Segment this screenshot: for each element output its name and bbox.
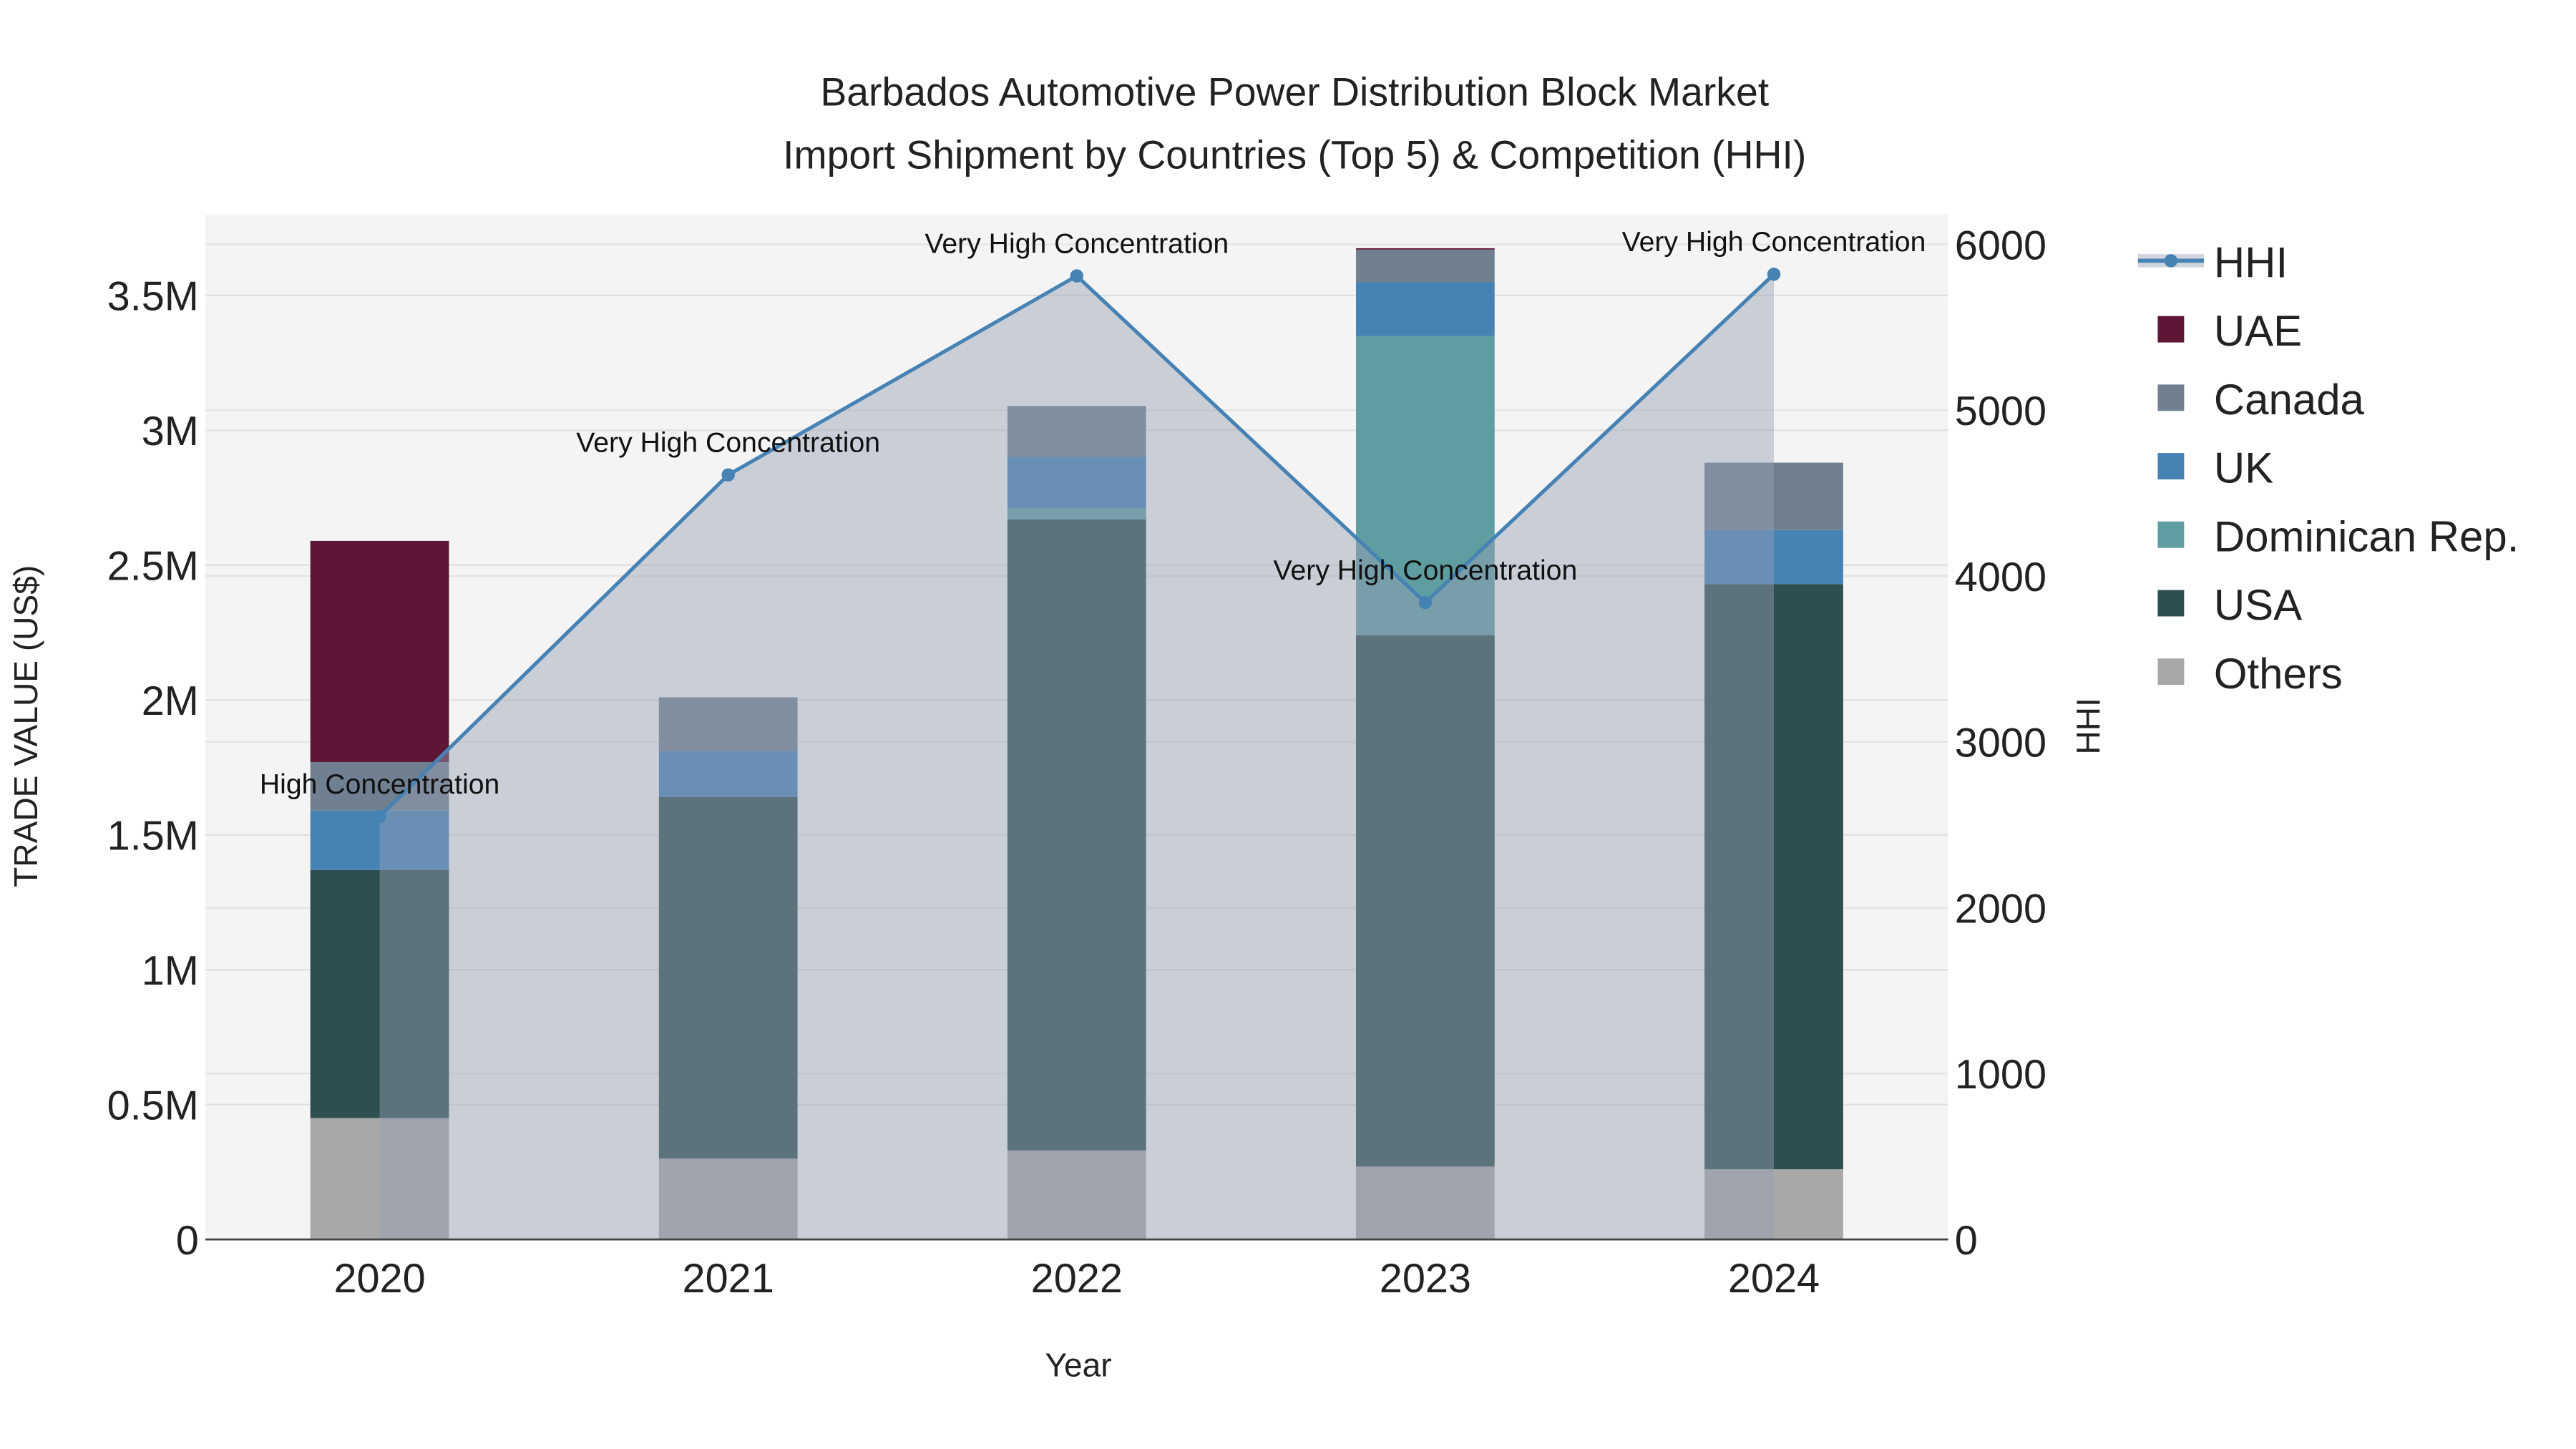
legend: HHI UAE Canada UK Dominican Rep. USA Others xyxy=(2137,238,2519,698)
y2-axis-title: HHI xyxy=(2070,698,2107,754)
chart-title-line1: Barbados Automotive Power Distribution B… xyxy=(820,70,1769,114)
y-tick-label: 0 xyxy=(176,1218,199,1264)
y2-tick-label: 6000 xyxy=(1955,223,2046,268)
hhi-annotation: Very High Concentration xyxy=(924,228,1229,259)
legend-item-usa[interactable]: USA xyxy=(2157,581,2302,629)
y-tick-label: 3M xyxy=(142,409,199,454)
legend-label: Dominican Rep. xyxy=(2214,512,2519,560)
x-tick-label: 2022 xyxy=(1031,1256,1123,1302)
y2-tick-label: 2000 xyxy=(1955,886,2046,932)
legend-label: UK xyxy=(2214,444,2273,492)
legend-swatch xyxy=(2157,658,2185,686)
y2-tick-label: 0 xyxy=(1955,1218,1978,1264)
legend-label: UAE xyxy=(2214,307,2302,355)
y-tick-label: 0.5M xyxy=(107,1083,199,1128)
hhi-point-2022 xyxy=(1070,269,1084,283)
hhi-annotation: Very High Concentration xyxy=(1622,227,1926,258)
y2-tick-label: 3000 xyxy=(1955,721,2046,766)
bar-uk-2023 xyxy=(1356,282,1495,336)
hhi-point-2021 xyxy=(721,468,735,482)
y-tick-label: 2M xyxy=(142,678,199,724)
hhi-annotation: Very High Concentration xyxy=(1273,555,1577,586)
x-tick-label: 2023 xyxy=(1380,1256,1471,1302)
hhi-point-2023 xyxy=(1418,595,1433,610)
chart: High Concentration Very High Concentratio… xyxy=(7,70,2519,1384)
x-tick-label: 2024 xyxy=(1728,1256,1820,1302)
y2-tick-label: 1000 xyxy=(1955,1052,2046,1098)
x-tick-label: 2020 xyxy=(333,1256,425,1302)
bar-uae-2023 xyxy=(1356,248,1495,250)
legend-label: Others xyxy=(2214,650,2343,698)
hhi-point-2020 xyxy=(373,809,386,824)
bar-canada-2023 xyxy=(1356,249,1495,283)
bar-uae-2020 xyxy=(310,540,449,762)
y-tick-label: 3.5M xyxy=(107,274,199,320)
y-tick-label: 1.5M xyxy=(107,813,199,859)
legend-marker xyxy=(2164,254,2178,268)
y2-tick-label: 5000 xyxy=(1955,389,2046,434)
y-tick-label: 2.5M xyxy=(107,544,199,590)
y2-tick-label: 4000 xyxy=(1955,555,2046,600)
legend-item-canada[interactable]: Canada xyxy=(2157,376,2365,424)
legend-swatch xyxy=(2157,316,2185,343)
legend-item-dominican-rep-[interactable]: Dominican Rep. xyxy=(2157,512,2519,560)
y-tick-label: 1M xyxy=(142,948,199,994)
chart-title-line2: Import Shipment by Countries (Top 5) & C… xyxy=(783,132,1806,177)
legend-item-uae[interactable]: UAE xyxy=(2157,307,2302,355)
legend-item-uk[interactable]: UK xyxy=(2157,444,2273,492)
x-axis-title: Year xyxy=(1045,1347,1112,1384)
legend-item-others[interactable]: Others xyxy=(2157,650,2343,698)
legend-swatch xyxy=(2157,590,2185,617)
x-tick-label: 2021 xyxy=(683,1256,774,1302)
legend-label: HHI xyxy=(2214,238,2288,286)
legend-swatch xyxy=(2157,453,2185,480)
y-axis-title: TRADE VALUE (US$) xyxy=(7,565,44,887)
hhi-annotation: Very High Concentration xyxy=(576,427,880,458)
legend-label: USA xyxy=(2214,581,2302,629)
legend-label: Canada xyxy=(2214,376,2365,424)
legend-swatch xyxy=(2157,521,2185,548)
legend-item-hhi[interactable]: HHI xyxy=(2137,238,2288,286)
hhi-annotation: High Concentration xyxy=(260,769,499,800)
hhi-point-2024 xyxy=(1767,268,1781,281)
legend-swatch xyxy=(2157,384,2185,411)
